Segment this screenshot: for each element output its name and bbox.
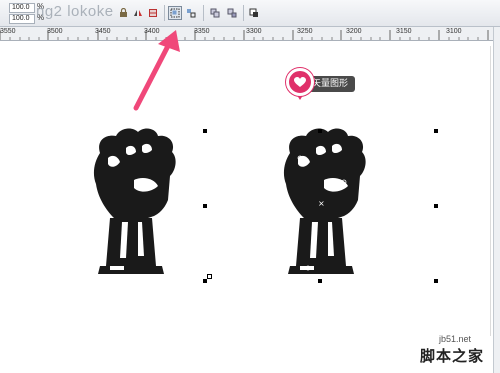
- page-border: [490, 46, 491, 336]
- fist-vector-graphic[interactable]: ×: [268, 118, 378, 283]
- pin-marker: [286, 68, 314, 96]
- ruler-label: 3100: [446, 28, 462, 35]
- site-brand: 脚本之家: [420, 347, 485, 365]
- lock-icon: [119, 8, 127, 17]
- ungroup-button[interactable]: [184, 6, 198, 20]
- lock-ratio-button[interactable]: [116, 6, 130, 20]
- toolbar-separator: [243, 5, 244, 21]
- property-bar: 100.0 100.0 % % ng2 lokoke: [0, 0, 500, 27]
- arrange-icon: [249, 8, 258, 17]
- toolbar-separator: [203, 5, 204, 21]
- selection-handle[interactable]: [434, 204, 438, 208]
- group-button[interactable]: [168, 6, 182, 20]
- site-url: jb51.net: [439, 334, 472, 344]
- group-icon: [170, 8, 180, 18]
- selection-handle[interactable]: [203, 129, 207, 133]
- ruler-label: 3250: [297, 28, 313, 35]
- horizontal-ruler[interactable]: 3550 3500 3450 3400 3350 3300 3250 3200 …: [0, 27, 493, 41]
- ruler-label: 3300: [246, 28, 262, 35]
- center-marker: ×: [318, 199, 325, 208]
- watermark-text: ng2 lokoke: [36, 3, 114, 20]
- toolbar-separator: [164, 5, 165, 21]
- ruler-label: 3200: [346, 28, 362, 35]
- break-apart-icon: [227, 8, 237, 18]
- ruler-label: 3500: [47, 28, 63, 35]
- scale-width-input[interactable]: 100.0: [9, 3, 35, 13]
- mirror-vertical-button[interactable]: [146, 6, 160, 20]
- to-front-button[interactable]: [247, 6, 261, 20]
- flip-icon: [149, 9, 157, 17]
- fist-image-original: [93, 128, 176, 274]
- selection-handle[interactable]: [434, 279, 438, 283]
- scale-height-input[interactable]: 100.0: [9, 14, 35, 24]
- ruler-label: 3450: [95, 28, 111, 35]
- heart-icon: [294, 76, 306, 87]
- vertical-scrollbar[interactable]: [493, 27, 500, 373]
- selection-handle[interactable]: [434, 129, 438, 133]
- node-handle[interactable]: [207, 274, 212, 279]
- selection-handle[interactable]: [318, 129, 322, 133]
- selection-handle[interactable]: [203, 204, 207, 208]
- selection-handle[interactable]: [203, 279, 207, 283]
- combine-button[interactable]: [208, 6, 222, 20]
- mirror-button[interactable]: [131, 6, 145, 20]
- combine-icon: [210, 8, 220, 18]
- annotation-arrow-icon: [133, 30, 180, 111]
- break-apart-button[interactable]: [225, 6, 239, 20]
- ruler-label: 3150: [396, 28, 412, 35]
- mirror-icon: [134, 10, 142, 16]
- ungroup-icon: [187, 9, 196, 18]
- ruler-label: 3550: [0, 28, 16, 35]
- selection-handle[interactable]: [318, 279, 322, 283]
